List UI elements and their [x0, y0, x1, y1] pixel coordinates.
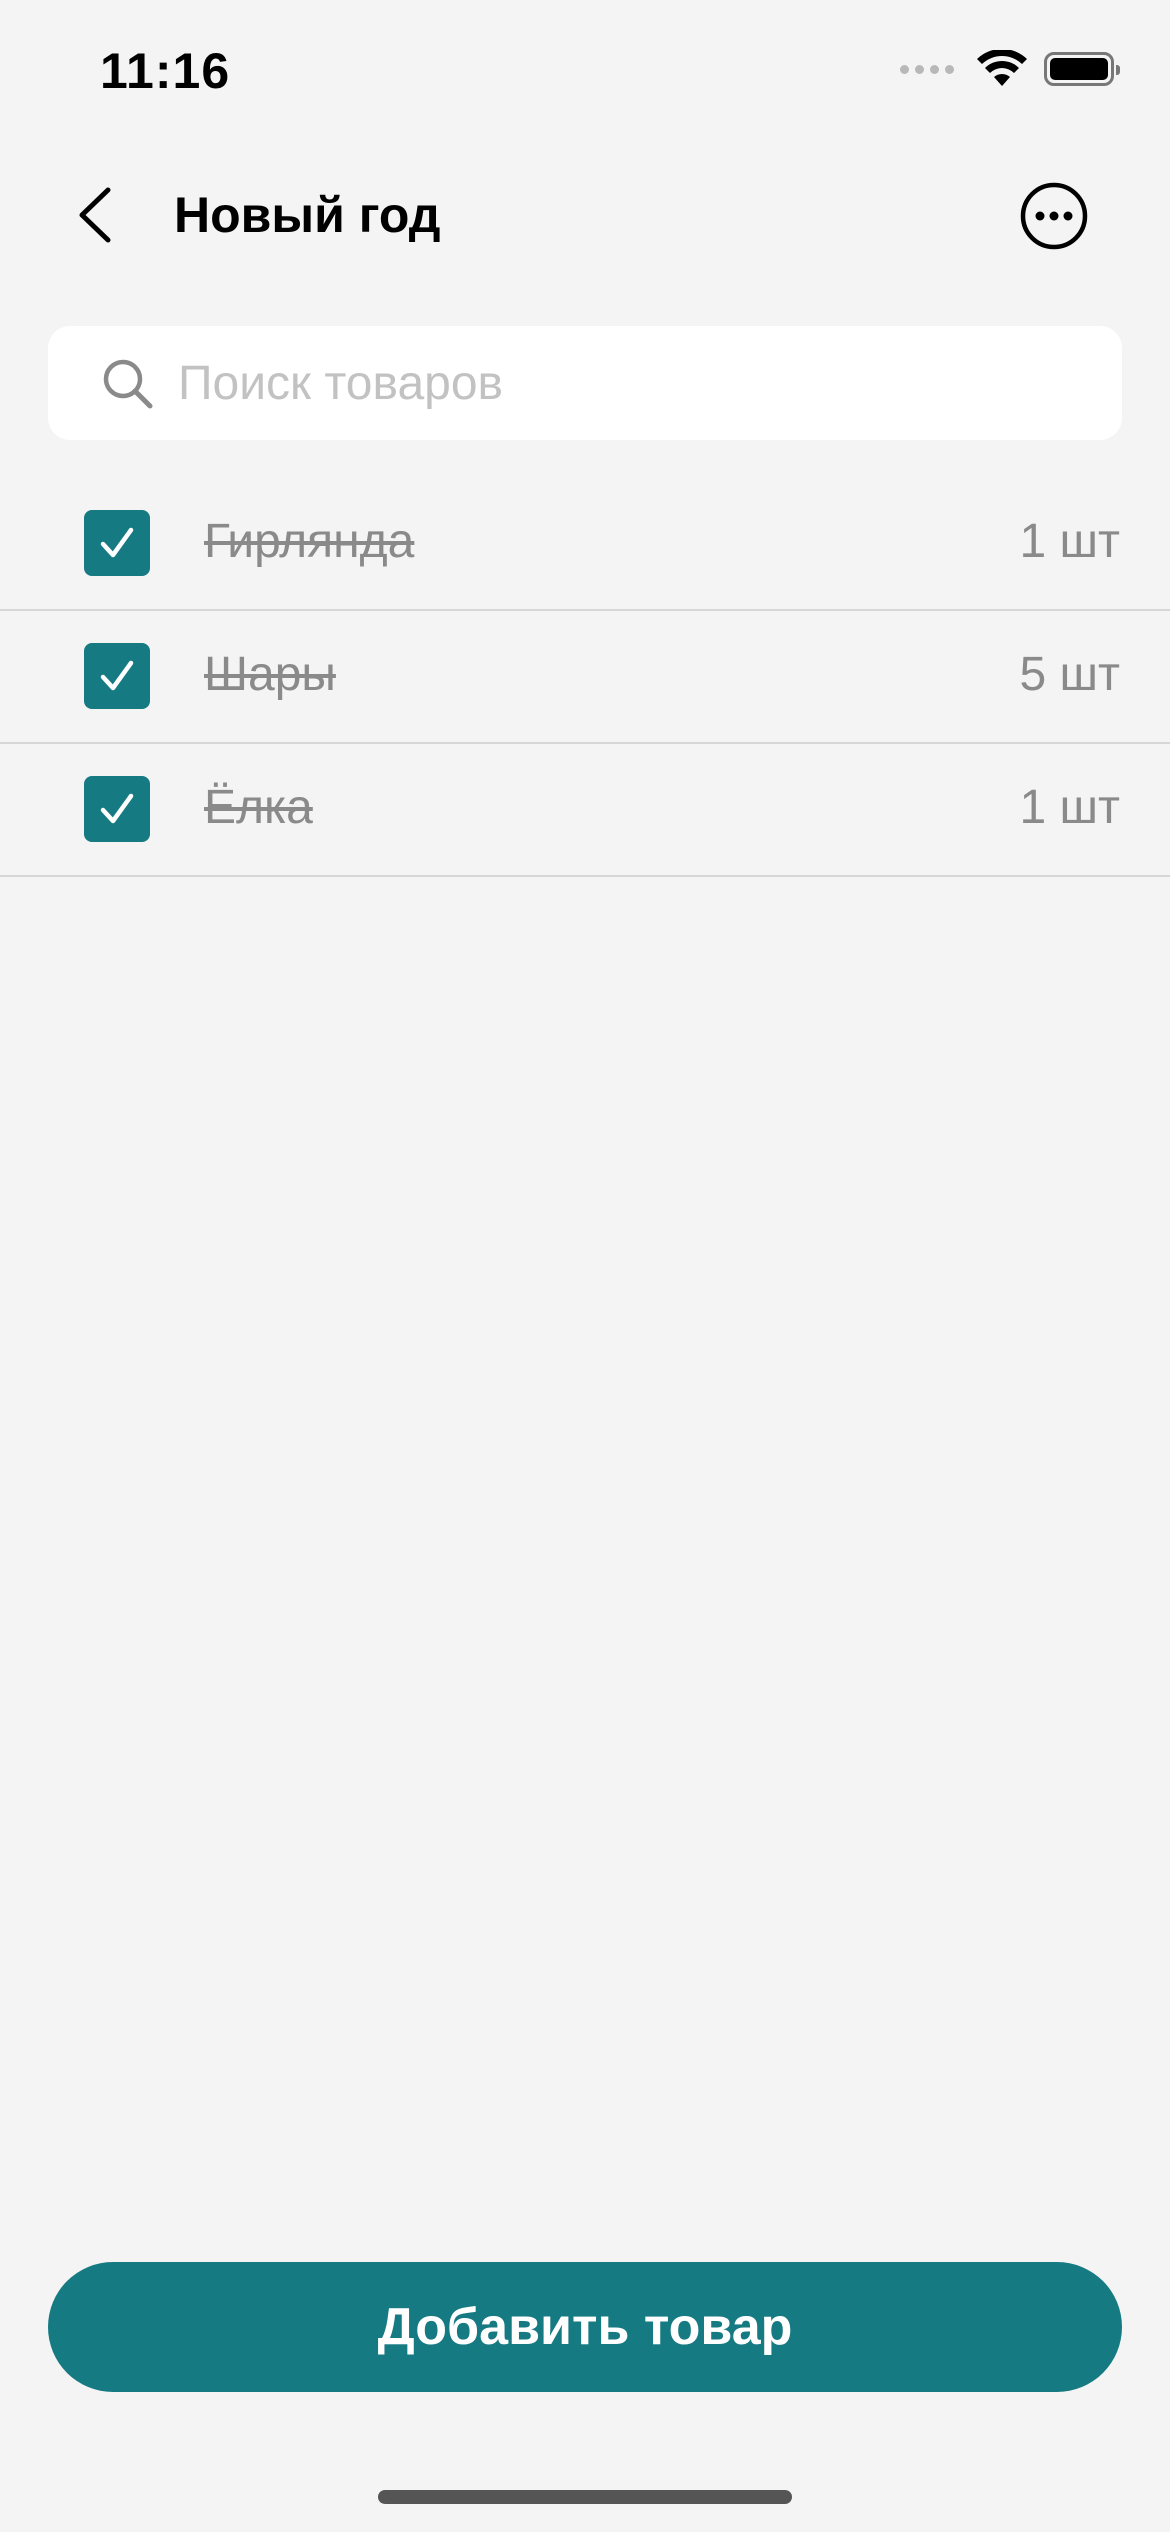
- item-checkbox[interactable]: [84, 643, 150, 709]
- home-indicator[interactable]: [378, 2490, 792, 2504]
- item-quantity: 5 шт: [1019, 648, 1120, 701]
- cellular-signal-icon: [900, 64, 954, 74]
- item-name: Шары: [204, 648, 336, 701]
- item-list: Гирлянда 1 шт Шары 5 шт Ёлка 1 шт: [0, 478, 1170, 877]
- checkmark-icon: [100, 793, 134, 824]
- page-title: Новый год: [174, 187, 441, 243]
- list-item[interactable]: Ёлка 1 шт: [0, 744, 1170, 877]
- more-options-button[interactable]: [1018, 180, 1090, 252]
- chevron-left-icon: [79, 187, 111, 243]
- more-circle-icon: [1020, 182, 1088, 250]
- item-quantity: 1 шт: [1019, 781, 1120, 834]
- list-item[interactable]: Шары 5 шт: [0, 611, 1170, 744]
- checkmark-icon: [100, 527, 134, 558]
- search-icon: [103, 359, 153, 409]
- battery-icon: [1044, 52, 1120, 86]
- item-checkbox[interactable]: [84, 510, 150, 576]
- status-bar: 11:16: [0, 0, 1170, 150]
- item-name: Ёлка: [204, 781, 313, 834]
- search-input[interactable]: [178, 326, 1078, 440]
- list-item[interactable]: Гирлянда 1 шт: [0, 478, 1170, 611]
- search-box[interactable]: [48, 326, 1122, 440]
- status-icons: [900, 50, 1120, 88]
- item-checkbox[interactable]: [84, 776, 150, 842]
- add-item-button[interactable]: Добавить товар: [48, 2262, 1122, 2392]
- status-time: 11:16: [100, 43, 231, 99]
- item-name: Гирлянда: [204, 515, 415, 568]
- back-button[interactable]: [70, 180, 130, 250]
- item-quantity: 1 шт: [1019, 515, 1120, 568]
- checkmark-icon: [100, 660, 134, 691]
- wifi-icon: [977, 50, 1027, 86]
